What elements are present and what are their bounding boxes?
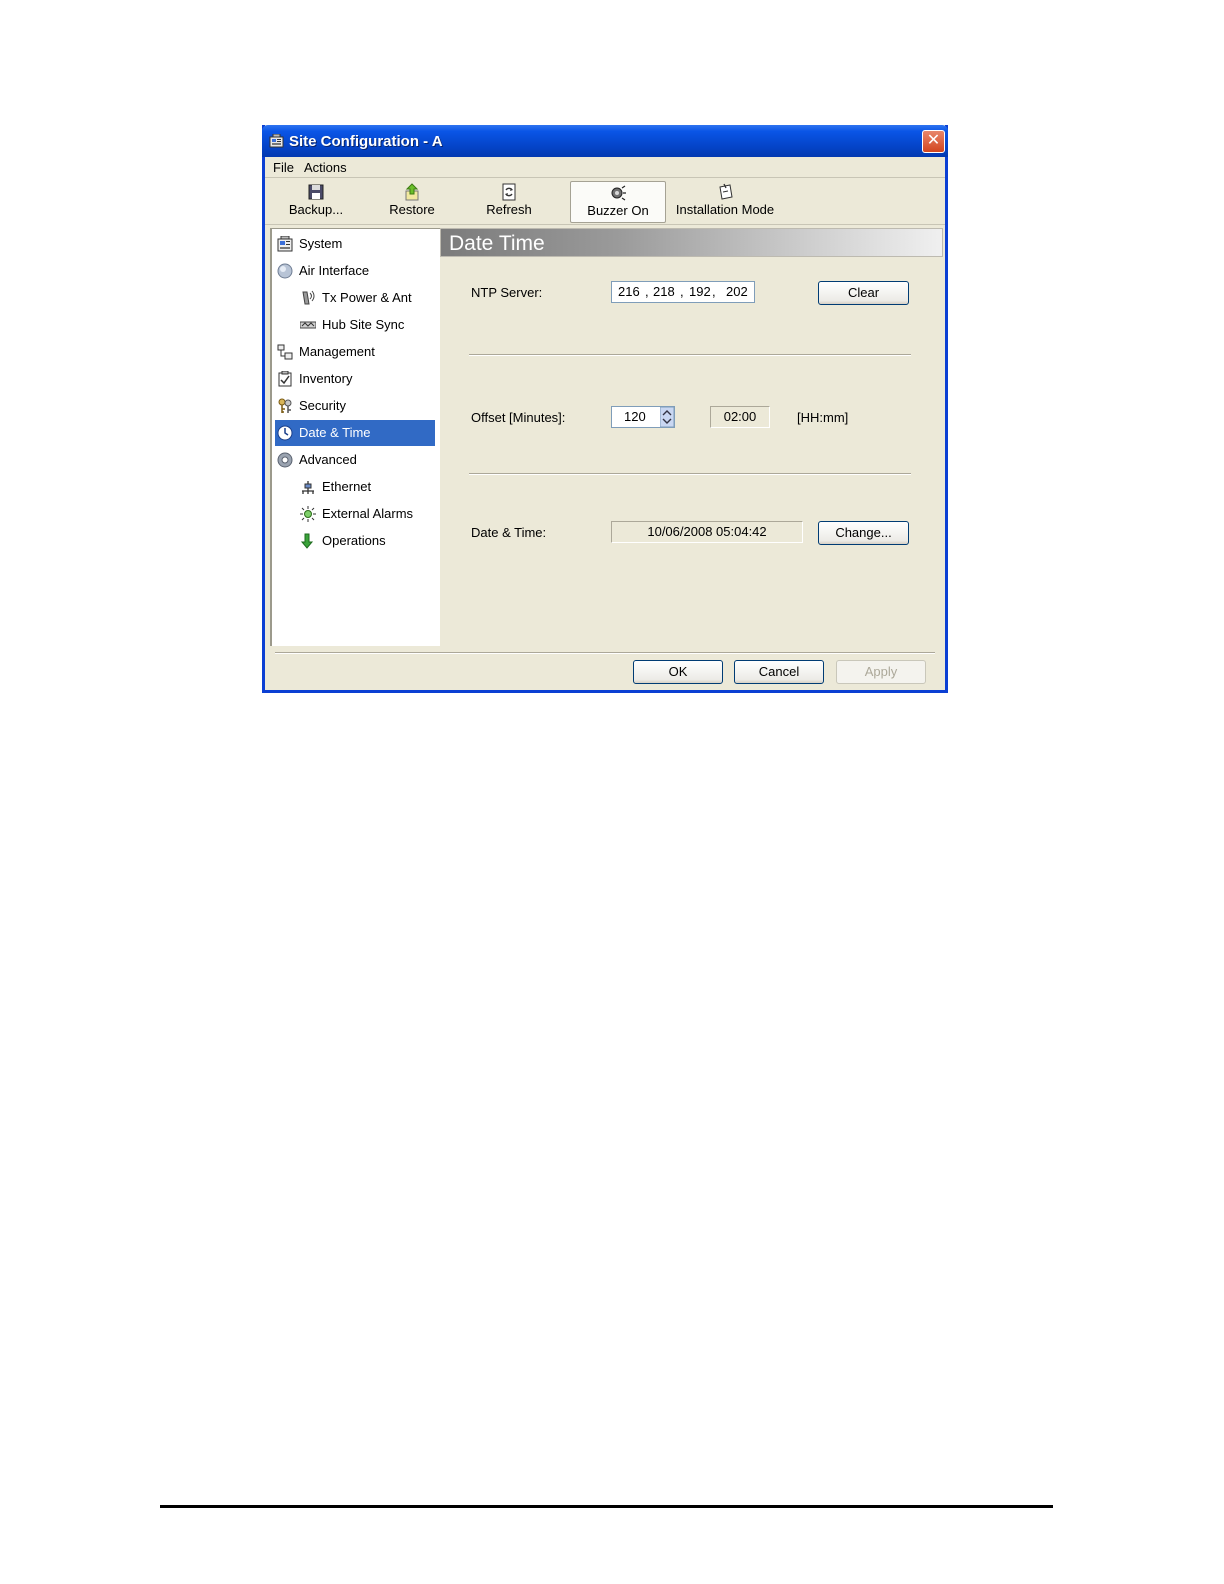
ntp-octet-3: 192 [689,284,711,299]
sidebar-label-external-alarms: External Alarms [322,506,414,521]
alarm-icon [300,506,316,522]
floppy-icon [308,184,324,200]
antenna-icon [302,290,315,305]
close-icon: ✕ [926,132,941,149]
ethernet-icon [302,481,314,494]
sidebar-item-date-time[interactable]: Date & Time [275,420,435,446]
sidebar-label-hub-site-sync: Hub Site Sync [322,317,405,332]
title-bar[interactable]: Site Configuration - A ✕ [262,125,948,157]
separator-1 [469,354,911,356]
ntp-separator-2: , [680,284,684,299]
apply-button[interactable]: Apply [836,660,926,684]
menu-bar: File Actions [265,157,945,178]
inventory-icon [278,371,292,387]
sidebar-item-air-interface[interactable]: Air Interface [275,258,435,284]
site-config-icon [269,134,284,148]
clear-button[interactable]: Clear [818,281,909,305]
buzzer-on-label: Buzzer On [587,203,649,218]
sidebar-item-management[interactable]: Management [275,339,435,365]
sidebar-label-ethernet: Ethernet [322,479,372,494]
toolbar: Backup... Restore Refresh Buzzer On Inst… [265,179,945,225]
ntp-separator-3: , [712,284,716,299]
panel-title: Date Time [440,228,943,257]
sidebar-item-advanced[interactable]: Advanced [275,447,435,473]
sidebar-item-tx-power-ant[interactable]: Tx Power & Ant [275,285,435,311]
sidebar-label-operations: Operations [322,533,386,548]
menu-actions[interactable]: Actions [304,160,347,175]
sidebar-label-advanced: Advanced [299,452,357,467]
sync-icon [300,321,316,329]
refresh-button[interactable]: Refresh [479,181,539,223]
page-footer-rule [160,1505,1053,1508]
buzzer-icon [611,185,626,201]
footer-separator [275,652,935,654]
sidebar-item-operations[interactable]: Operations [275,528,435,554]
site-configuration-window: Site Configuration - A ✕ File Actions Ba… [262,125,948,693]
clock-icon [277,425,293,441]
refresh-label: Refresh [486,202,532,217]
offset-minutes-spinner[interactable]: 120 [611,406,675,428]
sidebar-label-tx-power-ant: Tx Power & Ant [322,290,412,305]
system-icon [277,236,293,252]
window-title: Site Configuration - A [289,133,443,150]
installation-mode-button[interactable]: Installation Mode [675,181,775,223]
refresh-icon [502,183,516,201]
sidebar-label-air-interface: Air Interface [299,263,370,278]
sidebar-item-ethernet[interactable]: Ethernet [275,474,435,500]
ntp-separator-1: , [645,284,649,299]
ok-button[interactable]: OK [633,660,723,684]
ntp-server-ip-input[interactable]: 216 , 218 , 192 , 202 [611,281,755,303]
operations-arrow-icon [300,533,314,549]
installation-mode-label: Installation Mode [675,202,775,217]
management-icon [277,344,293,360]
offset-minutes-value: 120 [624,409,646,424]
hhmm-unit-label: [HH:mm] [797,410,849,425]
sidebar-item-system[interactable]: System [275,231,435,257]
date-time-display: 10/06/2008 05:04:42 [611,521,803,543]
cancel-button[interactable]: Cancel [734,660,824,684]
restore-arrow-icon [405,183,419,201]
gear-icon [277,452,293,468]
air-interface-icon [277,263,293,279]
separator-2 [469,473,911,475]
sidebar-item-inventory[interactable]: Inventory [275,366,435,392]
close-button[interactable]: ✕ [922,130,945,153]
sidebar-item-external-alarms[interactable]: External Alarms [275,501,435,527]
sidebar-label-security: Security [299,398,346,413]
ntp-octet-1: 216 [618,284,640,299]
menu-file[interactable]: File [273,160,294,175]
sidebar-item-security[interactable]: Security [275,393,435,419]
restore-label: Restore [389,202,435,217]
buzzer-on-button[interactable]: Buzzer On [570,181,666,223]
offset-hhmm-display: 02:00 [710,406,770,428]
date-time-panel: Date Time NTP Server: 216 , 218 , 192 , … [440,228,943,646]
ntp-server-label: NTP Server: [471,285,543,300]
change-button[interactable]: Change... [818,521,909,545]
sidebar-item-hub-site-sync[interactable]: Hub Site Sync [275,312,435,338]
backup-button[interactable]: Backup... [283,181,349,223]
navigation-tree: System Air Interface Tx Power & Ant Hub … [270,228,440,646]
ntp-octet-4: 202 [726,284,748,299]
date-time-label: Date & Time: [471,525,547,540]
restore-button[interactable]: Restore [382,181,442,223]
offset-minutes-label: Offset [Minutes]: [471,410,566,425]
ntp-octet-2: 218 [653,284,675,299]
spinner-arrows-icon[interactable] [660,407,674,427]
sidebar-label-inventory: Inventory [299,371,353,386]
sidebar-label-date-time: Date & Time [299,425,371,440]
backup-label: Backup... [288,202,344,217]
keys-icon [278,398,292,413]
sidebar-label-system: System [299,236,343,251]
installation-icon [719,183,733,200]
sidebar-label-management: Management [299,344,375,359]
